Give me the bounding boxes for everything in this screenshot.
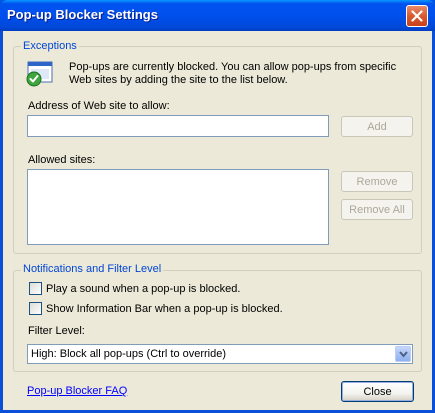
exceptions-group-label: Exceptions (21, 40, 79, 52)
allowed-sites-list[interactable] (27, 169, 329, 245)
faq-link[interactable]: Pop-up Blocker FAQ (27, 385, 127, 397)
title-bar[interactable]: Pop-up Blocker Settings (0, 0, 435, 31)
info-bar-option[interactable]: Show Information Bar when a pop-up is bl… (29, 302, 283, 315)
close-button-label: Close (363, 385, 392, 398)
play-sound-checkbox[interactable] (29, 282, 42, 295)
dropdown-arrow-button[interactable] (395, 346, 411, 362)
address-label: Address of Web site to allow: (28, 100, 170, 112)
allowed-sites-label: Allowed sites: (28, 154, 96, 166)
info-bar-label: Show Information Bar when a pop-up is bl… (46, 302, 283, 315)
popup-window-check-icon (26, 61, 53, 87)
chevron-down-icon (399, 351, 408, 358)
notifications-group-label: Notifications and Filter Level (21, 263, 164, 275)
title-close-button[interactable] (406, 5, 428, 27)
remove-all-button[interactable]: Remove All (341, 199, 413, 220)
window-title: Pop-up Blocker Settings (7, 7, 158, 22)
play-sound-option[interactable]: Play a sound when a pop-up is blocked. (29, 282, 240, 295)
popup-blocker-settings-dialog: Pop-up Blocker Settings Exceptions Pop-u… (0, 0, 435, 413)
close-icon (411, 10, 423, 22)
remove-button-label: Remove (356, 175, 398, 188)
dialog-body: Exceptions Pop-ups are currently blocked… (3, 31, 432, 410)
play-sound-label: Play a sound when a pop-up is blocked. (46, 282, 241, 295)
add-button[interactable]: Add (341, 116, 413, 137)
info-bar-checkbox[interactable] (29, 302, 42, 315)
remove-button[interactable]: Remove (341, 171, 413, 192)
close-button[interactable]: Close (341, 381, 414, 402)
remove-all-button-label: Remove All (349, 203, 405, 216)
filter-level-label: Filter Level: (28, 325, 85, 337)
exceptions-info-text: Pop-ups are currently blocked. You can a… (69, 61, 397, 86)
add-button-label: Add (367, 120, 387, 133)
filter-level-select[interactable]: High: Block all pop-ups (Ctrl to overrid… (27, 344, 413, 364)
address-input[interactable] (27, 115, 329, 137)
filter-level-value: High: Block all pop-ups (Ctrl to overrid… (31, 348, 227, 360)
